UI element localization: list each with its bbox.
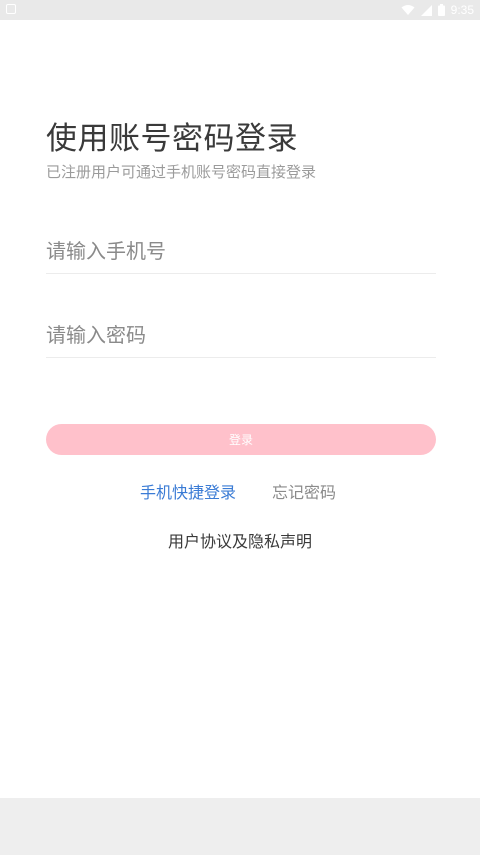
- login-options: 手机快捷登录 忘记密码: [0, 479, 480, 503]
- status-bar: 9:35: [0, 0, 480, 20]
- quick-login-link[interactable]: 手机快捷登录: [140, 479, 236, 503]
- password-input[interactable]: [46, 313, 436, 357]
- forgot-password-link[interactable]: 忘记密码: [272, 479, 336, 503]
- status-icons: 9:35: [401, 0, 474, 20]
- wifi-icon: [401, 4, 415, 16]
- password-field: [46, 313, 436, 358]
- phone-field: [46, 229, 436, 274]
- page-title: 使用账号密码登录: [46, 121, 298, 157]
- notification-icon: [6, 4, 16, 14]
- page-subtitle: 已注册用户可通过手机账号密码直接登录: [46, 163, 317, 181]
- battery-icon: [437, 4, 445, 16]
- login-button[interactable]: 登录: [46, 424, 436, 455]
- phone-input[interactable]: [46, 229, 436, 273]
- agreement-link[interactable]: 用户协议及隐私声明: [0, 528, 480, 552]
- navigation-bar: [0, 798, 480, 855]
- status-time: 9:35: [450, 3, 474, 17]
- signal-icon: [420, 4, 432, 16]
